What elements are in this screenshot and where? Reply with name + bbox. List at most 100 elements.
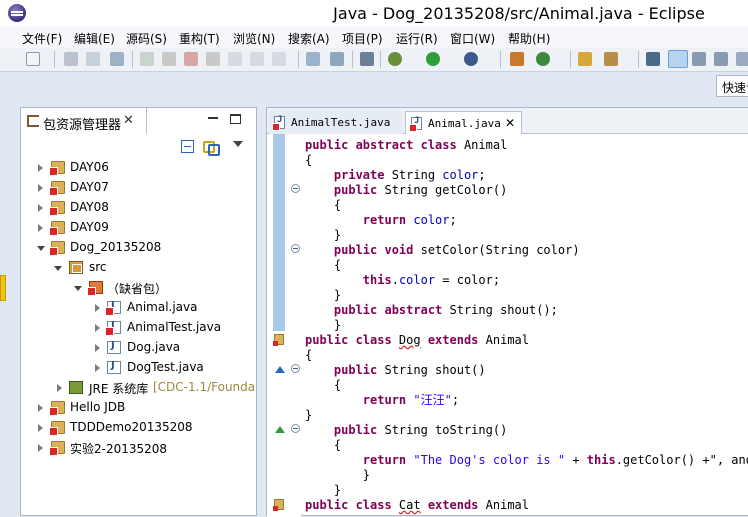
tree-item-animaltest-java[interactable]: AnimalTest.java — [21, 318, 256, 338]
show-whitespace-icon[interactable] — [714, 52, 728, 66]
code-line[interactable]: { — [305, 258, 341, 273]
tree-item-hello-jdb[interactable]: Hello JDB — [21, 398, 256, 418]
collapse-icon[interactable] — [54, 266, 62, 271]
tree-item-day08[interactable]: DAY08 — [21, 198, 256, 218]
code-line[interactable]: return color; — [305, 213, 457, 228]
expand-icon[interactable] — [38, 404, 43, 412]
expand-icon[interactable] — [38, 224, 43, 232]
code-line[interactable]: } — [305, 318, 341, 333]
expand-icon[interactable] — [95, 344, 100, 352]
code-line[interactable]: } — [305, 288, 341, 303]
implements-marker-icon[interactable] — [275, 366, 285, 373]
error-marker-icon[interactable] — [273, 499, 284, 511]
code-line[interactable]: public void setColor(String color) — [305, 243, 580, 258]
code-line[interactable]: { — [305, 198, 341, 213]
expand-icon[interactable] — [38, 164, 43, 172]
tree-item-src[interactable]: src — [21, 258, 256, 278]
disconnect-icon[interactable] — [206, 52, 220, 66]
new-java-project-icon[interactable] — [510, 52, 524, 66]
code-line[interactable]: public String shout() — [305, 363, 486, 378]
step-into-icon[interactable] — [228, 52, 242, 66]
tree-item-day09[interactable]: DAY09 — [21, 218, 256, 238]
save-all-icon[interactable] — [86, 52, 100, 66]
code-line[interactable]: return "汪汪"; — [305, 393, 459, 408]
quick-access-input[interactable]: 快速访问 — [716, 75, 748, 97]
pin-icon[interactable] — [360, 52, 374, 66]
tree-item-dog-java[interactable]: Dog.java — [21, 338, 256, 358]
next-annotation-icon[interactable] — [646, 52, 660, 66]
code-line[interactable]: return "The Dog's color is " + this.getC… — [305, 453, 748, 468]
skip-breakpoints-icon[interactable] — [140, 52, 154, 66]
expand-icon[interactable] — [95, 364, 100, 372]
code-line[interactable]: public String toString() — [305, 423, 507, 438]
tree-item-day06[interactable]: DAY06 — [21, 158, 256, 178]
code-line[interactable]: } — [305, 468, 370, 483]
code-line[interactable]: } — [305, 408, 312, 423]
run-icon[interactable] — [426, 52, 440, 66]
fold-collapse-icon[interactable] — [291, 424, 300, 433]
open-type-icon[interactable] — [578, 52, 592, 66]
code-line[interactable]: this.color = color; — [305, 273, 500, 288]
expand-icon[interactable] — [38, 184, 43, 192]
menu-project[interactable]: 项目(P) — [342, 30, 383, 47]
package-explorer-tab[interactable]: 包资源管理器 ✕ — [21, 108, 147, 134]
code-line[interactable]: { — [305, 348, 312, 363]
menu-refactor[interactable]: 重构(T) — [179, 30, 220, 47]
expand-icon[interactable] — [95, 304, 100, 312]
menu-run[interactable]: 运行(R) — [396, 30, 438, 47]
code-line[interactable]: { — [305, 153, 312, 168]
code-line[interactable]: public String getColor() — [305, 183, 507, 198]
code-line[interactable]: private String color; — [305, 168, 486, 183]
step-return-icon[interactable] — [272, 52, 286, 66]
maximize-icon[interactable] — [230, 114, 241, 124]
link-with-editor-icon[interactable] — [203, 139, 220, 156]
view-menu-icon[interactable] — [233, 141, 243, 147]
tree-item-dogtest-java[interactable]: DogTest.java — [21, 358, 256, 378]
step-over-icon[interactable] — [250, 52, 264, 66]
code-line[interactable]: public class Cat extends Animal — [305, 498, 529, 513]
tree-item-animal-java[interactable]: Animal.java — [21, 298, 256, 318]
expand-icon[interactable] — [38, 204, 43, 212]
block-selection-icon[interactable] — [692, 52, 706, 66]
tree-item-experiment2[interactable]: 实验2-20135208 — [21, 438, 256, 458]
tab-animal-java[interactable]: Animal.java ✕ — [405, 111, 522, 134]
collapse-all-icon[interactable] — [181, 140, 194, 153]
tree-item-tdddemo[interactable]: TDDDemo20135208 — [21, 418, 256, 438]
tab-animaltest-java[interactable]: AnimalTest.java — [269, 111, 403, 134]
mark-occurrences-icon[interactable] — [668, 50, 688, 68]
menu-search[interactable]: 搜索(A) — [288, 30, 330, 47]
trim-marker-icon[interactable] — [0, 275, 6, 301]
collapse-icon[interactable] — [74, 286, 82, 291]
code-line[interactable]: public class Dog extends Animal — [305, 333, 529, 348]
expand-icon[interactable] — [38, 424, 43, 432]
save-icon[interactable] — [64, 52, 78, 66]
error-marker-icon[interactable] — [273, 334, 284, 346]
collapse-icon[interactable] — [37, 246, 45, 251]
menu-window[interactable]: 窗口(W) — [450, 30, 495, 47]
tree-item-dog-project[interactable]: Dog_20135208 — [21, 238, 256, 258]
tree-item-default-package[interactable]: （缺省包） — [21, 278, 256, 298]
code-line[interactable]: public abstract class Animal — [305, 138, 507, 153]
task-icon[interactable] — [330, 52, 344, 66]
code-line[interactable]: public abstract String shout(); — [305, 303, 558, 318]
new-file-icon[interactable] — [26, 52, 40, 66]
tree-item-day07[interactable]: DAY07 — [21, 178, 256, 198]
code-line[interactable]: } — [305, 228, 341, 243]
fold-collapse-icon[interactable] — [291, 244, 300, 253]
menu-navigate[interactable]: 浏览(N) — [233, 30, 275, 47]
expand-icon[interactable] — [57, 384, 62, 392]
terminate-icon[interactable] — [184, 52, 198, 66]
expand-icon[interactable] — [38, 444, 43, 452]
fold-collapse-icon[interactable] — [291, 364, 300, 373]
close-icon[interactable]: ✕ — [123, 113, 134, 128]
expand-icon[interactable] — [95, 324, 100, 332]
new-class-icon[interactable] — [536, 52, 550, 66]
print-icon[interactable] — [110, 52, 124, 66]
debug-icon[interactable] — [388, 52, 402, 66]
fold-collapse-icon[interactable] — [291, 184, 300, 193]
search-tool-icon[interactable] — [604, 52, 618, 66]
menu-file[interactable]: 文件(F) — [22, 30, 62, 47]
menu-source[interactable]: 源码(S) — [126, 30, 167, 47]
code-line[interactable]: { — [305, 438, 341, 453]
close-icon[interactable]: ✕ — [505, 116, 515, 130]
